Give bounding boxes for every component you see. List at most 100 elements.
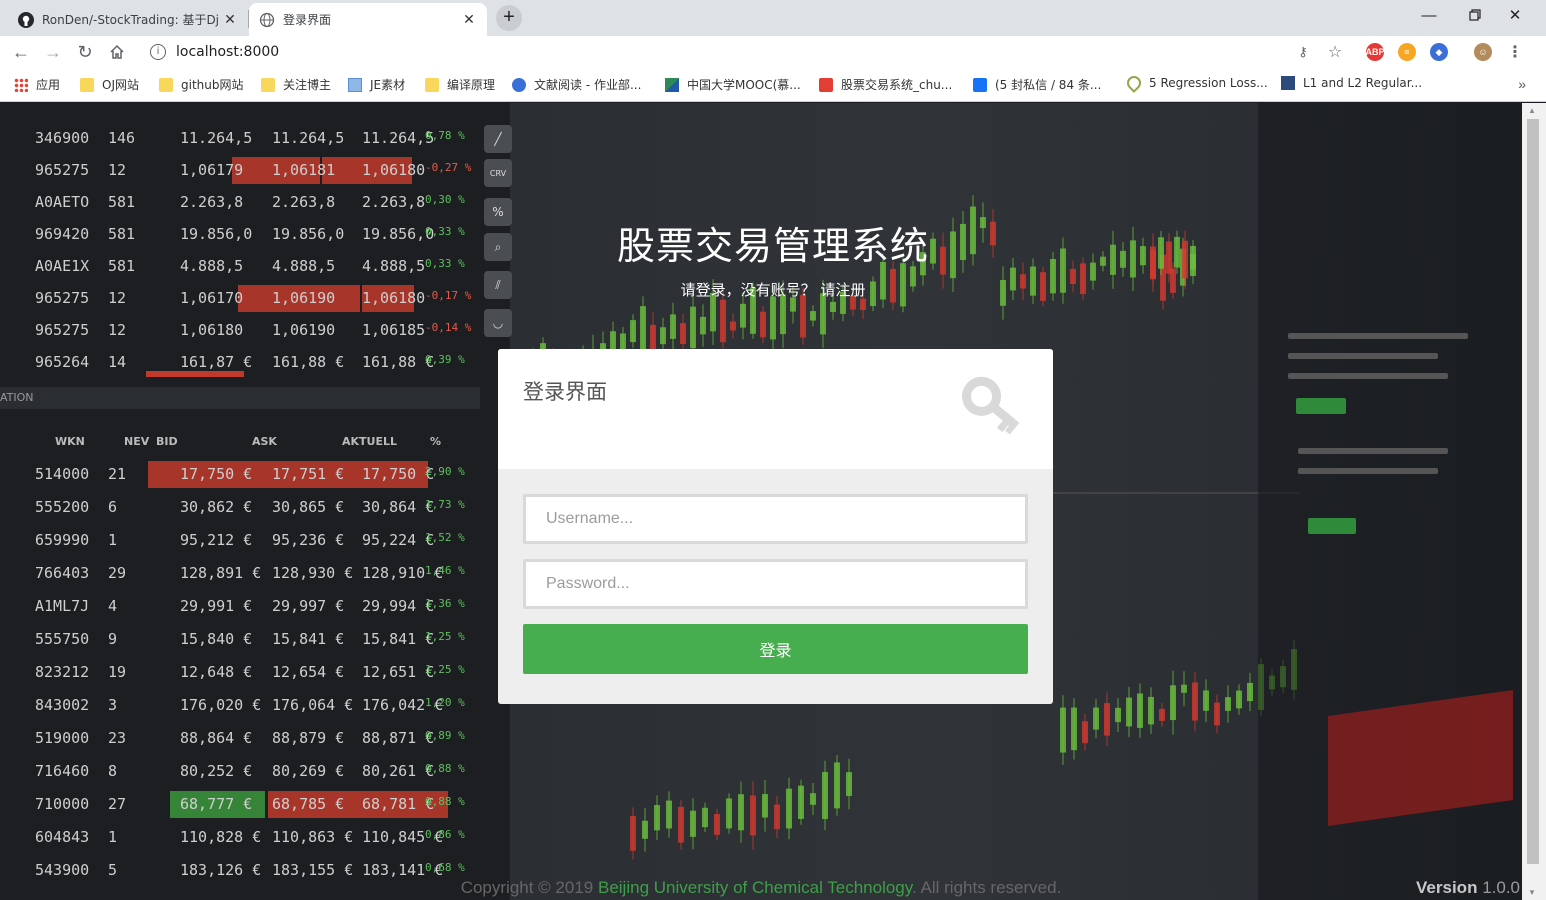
candle-body <box>1060 707 1066 753</box>
tab-login[interactable]: 登录界面 ✕ <box>249 3 487 36</box>
candle-body <box>1159 708 1165 721</box>
panel-green-chip <box>1308 518 1356 534</box>
candle-body <box>750 795 756 836</box>
bookmark-label: L1 and L2 Regular... <box>1303 76 1423 90</box>
bookmark-follow[interactable]: 关注博主 <box>261 76 331 93</box>
bookmark-oj[interactable]: OJ网站 <box>80 76 139 93</box>
login-card: 登录界面 登录 <box>498 349 1053 704</box>
candle-body <box>760 311 766 338</box>
footer-organization-link[interactable]: Beijing University of Chemical Technolog… <box>598 878 912 897</box>
candle-body <box>1115 707 1121 723</box>
candle-body <box>1192 682 1198 721</box>
candle-body <box>810 311 816 321</box>
candle-body <box>660 327 666 345</box>
reload-icon[interactable]: ↻ <box>72 40 98 64</box>
candle-body <box>630 815 636 851</box>
close-icon[interactable]: ✕ <box>461 12 477 28</box>
version-title: Version <box>1416 878 1478 897</box>
candle-body <box>740 303 746 328</box>
info-icon[interactable]: i <box>150 44 166 60</box>
candle-body <box>678 806 684 843</box>
footer-copyright: Copyright © 2019 <box>460 878 594 897</box>
menu-icon[interactable]: ⋮ <box>1506 43 1524 61</box>
candle-body <box>650 324 656 349</box>
candle-body <box>630 320 636 343</box>
folder-icon <box>159 77 173 92</box>
candle-body <box>1214 702 1220 726</box>
candle-body <box>780 294 786 335</box>
bookmark-regression[interactable]: 5 Regression Loss... <box>1124 73 1268 93</box>
key-icon[interactable]: ⚷ <box>1294 43 1312 61</box>
candle-body <box>666 800 672 829</box>
back-icon[interactable]: ← <box>8 40 34 64</box>
folder-icon <box>80 77 94 92</box>
bookmark-label: 编译原理 <box>447 78 496 92</box>
window-close-icon[interactable]: ✕ <box>1492 0 1538 30</box>
candle-body <box>738 794 744 831</box>
minimize-icon[interactable]: — <box>1406 0 1452 30</box>
extension-shield-icon[interactable]: ◆ <box>1430 43 1448 61</box>
bookmark-l1l2[interactable]: L1 and L2 Regular... <box>1281 76 1422 90</box>
star-icon[interactable]: ☆ <box>1326 43 1344 61</box>
candle-body <box>762 794 768 818</box>
tab-title: RonDen/-StockTrading: 基于Dj <box>42 13 220 27</box>
globe-icon <box>259 12 275 28</box>
avatar[interactable]: ☺ <box>1474 43 1492 61</box>
register-link[interactable]: 请注册 <box>820 281 865 299</box>
key-icon <box>962 376 1020 435</box>
tab-github[interactable]: RonDen/-StockTrading: 基于Dj ✕ <box>8 3 248 36</box>
heart-icon <box>1124 73 1144 93</box>
candle-body <box>654 805 660 831</box>
page-subtitle: 请登录，没有账号？ 请注册 <box>0 279 1522 300</box>
folder-icon <box>261 77 275 92</box>
candle-body <box>860 298 866 311</box>
candle-body <box>670 314 676 339</box>
bookmark-zhihu[interactable]: (5 封私信 / 84 条... <box>973 76 1101 93</box>
browser-tab-bar: RonDen/-StockTrading: 基于Dj ✕ 登录界面 ✕ + — … <box>0 0 1546 36</box>
bookmark-papers[interactable]: 文献阅读 - 作业部... <box>512 76 641 93</box>
scroll-up-icon[interactable]: ▲ <box>1528 106 1536 115</box>
candle-body <box>726 798 732 829</box>
username-input[interactable] <box>523 494 1028 544</box>
forward-icon[interactable]: → <box>40 40 66 64</box>
candle-body <box>1093 707 1099 730</box>
folder-icon <box>425 77 439 92</box>
chevron-right-icon[interactable]: » <box>1518 76 1526 92</box>
new-tab-button[interactable]: + <box>496 5 522 31</box>
bookmark-label: 关注博主 <box>283 78 332 92</box>
close-icon[interactable]: ✕ <box>222 12 238 28</box>
address-bar[interactable]: i localhost:8000 <box>140 38 1350 66</box>
candle-body <box>680 323 686 345</box>
bookmark-github[interactable]: github网站 <box>159 76 244 93</box>
bookmark-csdn[interactable]: 股票交易系统_chu... <box>819 76 952 93</box>
csdn-icon <box>819 77 833 92</box>
bookmark-je[interactable]: JE素材 <box>348 76 405 93</box>
login-prompt: 请登录，没有账号？ <box>680 281 816 299</box>
login-card-title: 登录界面 <box>523 380 607 404</box>
bookmark-label: 应用 <box>36 78 61 92</box>
candle-body <box>640 306 646 350</box>
bookmark-apps[interactable]: 应用 <box>14 76 60 93</box>
panel-green-chip <box>1296 398 1346 414</box>
extension-icon[interactable]: ≈ <box>1398 43 1416 61</box>
login-button[interactable]: 登录 <box>523 624 1028 674</box>
candle-body <box>714 814 720 835</box>
panel-line <box>1288 373 1448 379</box>
scroll-down-icon[interactable]: ▼ <box>1528 888 1536 897</box>
zhihu-icon <box>973 77 987 92</box>
bookmark-label: github网站 <box>181 78 244 92</box>
bookmark-compiler[interactable]: 编译原理 <box>425 76 495 93</box>
home-icon[interactable] <box>104 40 130 64</box>
candle-body <box>1203 690 1209 711</box>
password-input[interactable] <box>523 559 1028 609</box>
image-icon <box>348 77 362 92</box>
adblock-icon[interactable]: ABP <box>1366 43 1385 61</box>
tab-title: 登录界面 <box>283 13 332 27</box>
candle-body <box>1236 690 1242 709</box>
scrollbar-thumb[interactable] <box>1527 119 1539 864</box>
candle-body <box>730 321 736 331</box>
page-scrollbar[interactable]: ▲ ▼ <box>1522 103 1546 900</box>
candle-body <box>720 299 726 343</box>
bookmark-mooc[interactable]: 中国大学MOOC(慕... <box>665 76 801 93</box>
candle-body <box>1082 721 1088 744</box>
